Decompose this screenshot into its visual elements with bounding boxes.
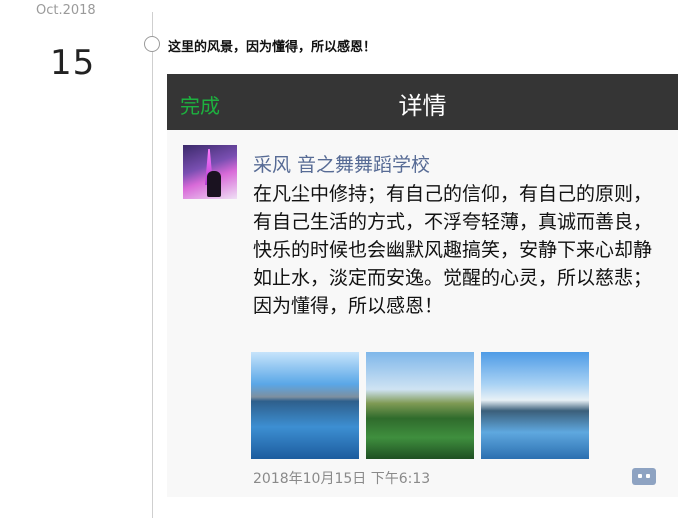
photo-lake-landscape[interactable]: [251, 352, 359, 459]
nav-title: 详情: [398, 92, 447, 120]
avatar-person-shape: [207, 171, 221, 197]
post-timestamp: 2018年10月15日 下午6:13: [253, 471, 431, 487]
navbar: 完成 详情: [167, 74, 678, 130]
timeline-line: [152, 12, 153, 518]
date-day: 15: [50, 43, 96, 83]
moments-detail-screenshot: 完成 详情 采风 音之舞舞蹈学校 在凡尘中修持；有自己的信仰，有自己的原则，有自…: [167, 74, 678, 497]
post-caption: 这里的风景，因为懂得，所以感恩！: [168, 40, 377, 55]
photo-lotus-pond[interactable]: [366, 352, 474, 459]
date-month: Oct.2018: [36, 3, 96, 18]
photo-lakeshore-reflection[interactable]: [481, 352, 589, 459]
avatar[interactable]: [183, 145, 237, 199]
comment-icon[interactable]: [632, 468, 656, 485]
post-body: 在凡尘中修持；有自己的信仰，有自己的原则，有自己生活的方式，不浮夸轻薄，真诚而善…: [253, 183, 653, 317]
author-name[interactable]: 采风 音之舞舞蹈学校: [253, 150, 430, 177]
timeline-dot: [144, 36, 160, 52]
